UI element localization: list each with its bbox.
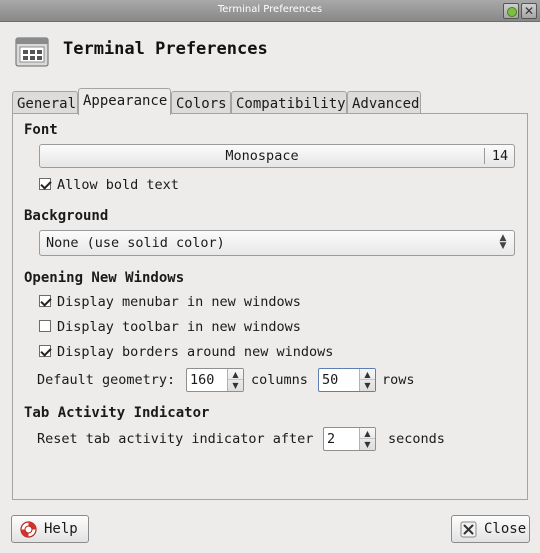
tab-general-label: General — [17, 96, 77, 112]
toolbar-check-icon[interactable] — [39, 320, 51, 332]
opening-new-windows-heading: Opening New Windows — [24, 270, 185, 286]
window-title: Terminal Preferences — [217, 4, 323, 15]
columns-input[interactable] — [187, 369, 227, 391]
dialog-title: Terminal Preferences — [63, 39, 268, 59]
rows-decrement-icon[interactable]: ▼ — [360, 380, 375, 391]
tab-activity-heading: Tab Activity Indicator — [24, 405, 210, 421]
columns-decrement-icon[interactable]: ▼ — [228, 380, 243, 391]
display-borders-label: Display borders around new windows — [57, 344, 334, 360]
tab-activity-increment-icon[interactable]: ▲ — [360, 428, 375, 439]
tab-activity-spin-buttons: ▲ ▼ — [359, 428, 375, 450]
display-menubar-checkbox[interactable]: Display menubar in new windows — [39, 294, 301, 312]
help-button[interactable]: Help — [11, 515, 89, 543]
window-titlebar[interactable]: Terminal Preferences ✕ — [0, 0, 540, 22]
allow-bold-label: Allow bold text — [57, 177, 179, 193]
columns-label: columns — [251, 372, 308, 388]
help-lifebuoy-icon — [20, 521, 37, 538]
seconds-label: seconds — [388, 431, 445, 447]
allow-bold-checkbox[interactable]: Allow bold text — [39, 177, 179, 195]
columns-spinbutton[interactable]: ▲ ▼ — [186, 368, 244, 392]
background-heading: Background — [24, 208, 109, 224]
default-geometry-label: Default geometry: — [37, 372, 176, 388]
reset-tab-activity-label: Reset tab activity indicator after — [37, 431, 314, 447]
borders-check-icon[interactable] — [39, 345, 51, 357]
close-button[interactable]: Close — [451, 515, 530, 543]
tab-colors[interactable]: Colors — [171, 91, 231, 115]
display-menubar-label: Display menubar in new windows — [57, 294, 301, 310]
maximize-window-button[interactable] — [503, 3, 519, 19]
font-heading: Font — [24, 122, 58, 138]
background-select-value: None (use solid color) — [46, 235, 225, 251]
tab-general[interactable]: General — [12, 91, 78, 115]
columns-increment-icon[interactable]: ▲ — [228, 369, 243, 380]
tab-activity-spinbutton[interactable]: ▲ ▼ — [323, 427, 376, 451]
font-chooser-button[interactable]: Monospace 14 — [39, 144, 515, 168]
font-size: 14 — [491, 148, 509, 164]
rows-spinbutton[interactable]: ▲ ▼ — [318, 368, 376, 392]
close-icon — [460, 521, 477, 538]
tab-advanced-label: Advanced — [352, 96, 420, 112]
background-select[interactable]: None (use solid color) ▲ ▼ — [39, 230, 515, 256]
appearance-panel: Font Monospace 14 Allow bold text Backgr… — [12, 113, 528, 500]
columns-spin-buttons: ▲ ▼ — [227, 369, 243, 391]
close-window-button[interactable]: ✕ — [521, 3, 537, 19]
tab-appearance-label: Appearance — [83, 93, 168, 109]
rows-label: rows — [382, 372, 415, 388]
tab-compatibility-label: Compatibility — [236, 96, 346, 112]
close-button-label: Close — [484, 521, 527, 537]
display-toolbar-label: Display toolbar in new windows — [57, 319, 301, 335]
font-separator — [484, 148, 485, 164]
display-borders-checkbox[interactable]: Display borders around new windows — [39, 344, 333, 362]
menubar-check-icon[interactable] — [39, 295, 51, 307]
rows-spin-buttons: ▲ ▼ — [359, 369, 375, 391]
allow-bold-check-icon[interactable] — [39, 178, 51, 190]
tab-colors-label: Colors — [176, 96, 227, 112]
tab-compatibility[interactable]: Compatibility — [231, 91, 347, 115]
updown-chevron-icon: ▲ ▼ — [499, 233, 507, 251]
tab-advanced[interactable]: Advanced — [347, 91, 421, 115]
rows-input[interactable] — [319, 369, 359, 391]
terminal-preferences-icon — [15, 37, 49, 67]
display-toolbar-checkbox[interactable]: Display toolbar in new windows — [39, 319, 301, 337]
tab-activity-input[interactable] — [324, 428, 359, 450]
tab-appearance[interactable]: Appearance — [78, 88, 171, 115]
tab-activity-decrement-icon[interactable]: ▼ — [360, 439, 375, 450]
rows-increment-icon[interactable]: ▲ — [360, 369, 375, 380]
dialog-header: Terminal Preferences — [0, 23, 540, 76]
font-name: Monospace — [225, 148, 299, 164]
help-button-label: Help — [44, 521, 78, 537]
